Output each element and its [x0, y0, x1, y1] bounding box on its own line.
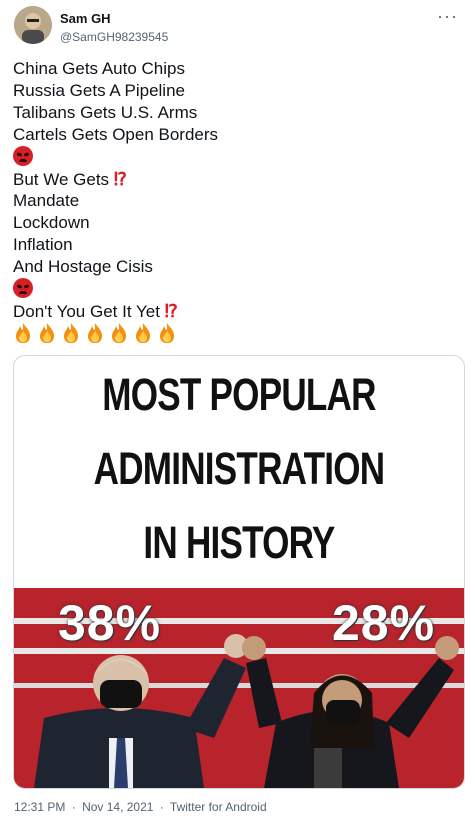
fire-icon [112, 323, 126, 343]
angry-face-icon [13, 278, 33, 298]
tweet-header: Sam GH @SamGH98239545 ··· [14, 6, 464, 46]
angry-face-icon [13, 146, 33, 166]
tweet-media-image[interactable]: MOST POPULAR ADMINISTRATION IN HISTORY 3… [13, 355, 465, 789]
more-icon[interactable]: ··· [437, 6, 458, 27]
tweet-line: Mandate [13, 191, 80, 210]
tweet-time[interactable]: 12:31 PM [14, 800, 65, 814]
tweet-text: China Gets Auto Chips Russia Gets A Pipe… [13, 58, 463, 344]
tweet-line: Russia Gets A Pipeline [13, 81, 185, 100]
fire-icon [40, 323, 54, 343]
author-name[interactable]: Sam GH [60, 11, 111, 26]
fire-icon [16, 323, 30, 343]
meme-title: MOST POPULAR ADMINISTRATION IN HISTORY [64, 356, 415, 580]
tweet-line: But We Gets [13, 170, 110, 189]
meme-title-line: MOST POPULAR [102, 369, 376, 420]
fire-icon [88, 323, 102, 343]
tweet-line: Don't You Get It Yet [13, 302, 160, 321]
tweet-line: China Gets Auto Chips [13, 59, 185, 78]
tweet-line: Talibans Gets U.S. Arms [13, 103, 198, 122]
right-percent-label: 28% [332, 595, 436, 651]
tweet-line: And Hostage Cisis [13, 257, 153, 276]
tweet-timestamp[interactable]: 12:31 PM · Nov 14, 2021 · Twitter for An… [14, 800, 270, 814]
meme-title-line: ADMINISTRATION [93, 443, 385, 494]
fire-icon [136, 323, 150, 343]
separator: · [159, 800, 164, 814]
angry-face-icon-row [13, 278, 463, 300]
fire-icon [160, 323, 174, 343]
tweet-date[interactable]: Nov 14, 2021 [82, 800, 153, 814]
tweet-source[interactable]: Twitter for Android [170, 800, 267, 814]
left-percent-label: 38% [58, 595, 162, 651]
author-handle[interactable]: @SamGH98239545 [60, 30, 168, 44]
separator: · [71, 800, 76, 814]
tweet-line: Inflation [13, 235, 73, 254]
meme-title-line: IN HISTORY [143, 517, 335, 568]
exclamation-question-icon: ⁉ [164, 301, 178, 321]
tweet-line: Lockdown [13, 213, 90, 232]
fire-icon [64, 323, 78, 343]
tweet-line: Cartels Gets Open Borders [13, 125, 219, 144]
exclamation-question-icon: ⁉ [113, 169, 127, 189]
fire-icon-row [13, 322, 463, 344]
angry-face-icon-row [13, 146, 463, 168]
avatar[interactable] [14, 6, 52, 44]
